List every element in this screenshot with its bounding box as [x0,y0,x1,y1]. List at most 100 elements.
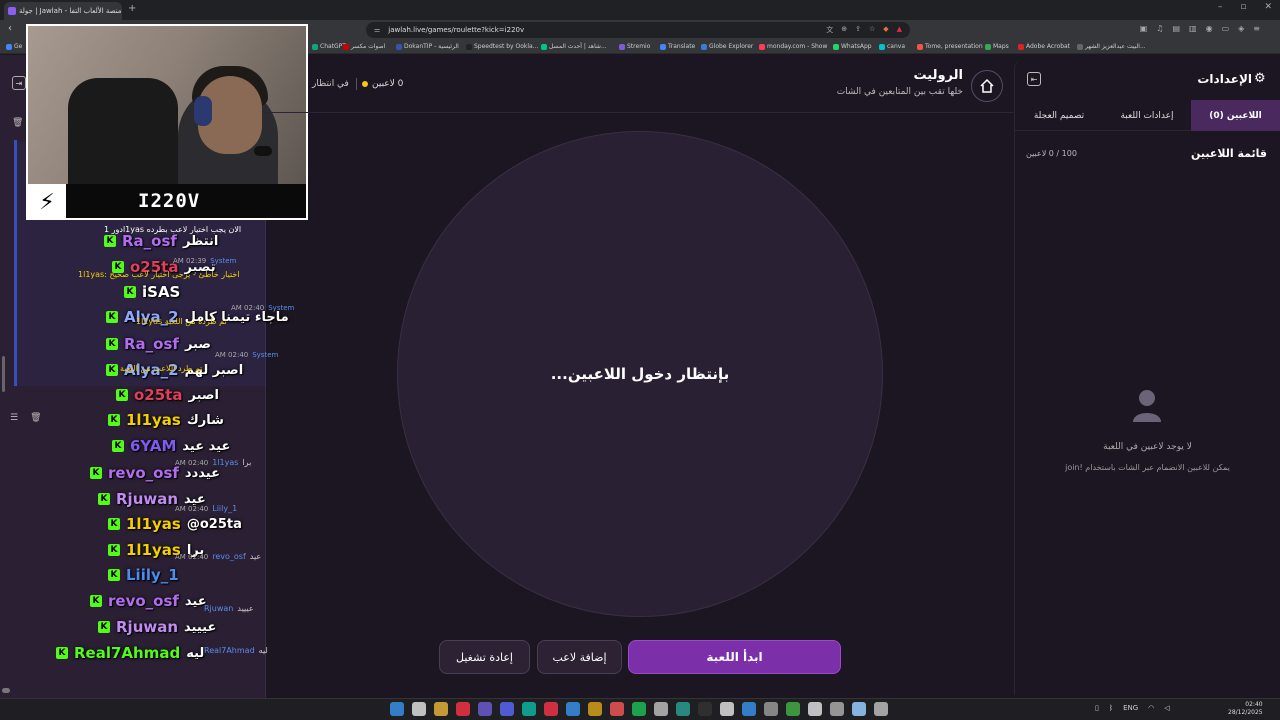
taskbar-notes-icon[interactable] [588,702,602,716]
taskbar-chrome-icon[interactable] [544,702,558,716]
taskbar-search-icon[interactable] [412,702,426,716]
tray-battery-icon[interactable]: ▯ [1095,704,1099,712]
collapse-settings-icon[interactable]: ⇤ [1027,72,1041,86]
microphone-icon [254,146,272,156]
taskbar-monitor-icon[interactable] [808,702,822,716]
bookmark-item[interactable]: Globe Explorer [701,43,753,50]
taskbar-steam-icon[interactable] [698,702,712,716]
extensions-icon[interactable]: ▣ [1140,24,1148,33]
brave-rewards-icon[interactable]: ▲ [897,25,902,35]
start-game-button[interactable]: ابدأ اللعبة [628,640,841,674]
bookmark-item[interactable]: Adobe Acrobat [1018,43,1070,50]
volume-icon[interactable]: ◁ [1164,704,1169,712]
chat-username[interactable]: 1l1yas [126,515,181,533]
bookmark-item[interactable]: ChatGPT [312,43,346,50]
bookmark-item[interactable]: Ge [6,43,22,50]
bookmark-label: اصوات مكسر [351,43,386,50]
taskbar-xbox-icon[interactable] [632,702,646,716]
taskbar-settings-icon[interactable] [830,702,844,716]
home-button[interactable] [971,70,1003,102]
reset-button[interactable]: إعادة تشغيل [439,640,530,674]
wifi-icon[interactable]: ◠ [1148,704,1154,712]
chat-username[interactable]: Ra_osf [124,335,179,353]
taskbar-telegram-icon[interactable] [566,702,580,716]
bookmark-item[interactable]: DokanTIP - الرئيسية [396,43,459,50]
bookmark-item[interactable]: Speedtest by Ookla... [466,43,538,50]
chat-username[interactable]: iSAS [142,283,180,301]
taskbar-whatsapp-icon[interactable] [786,702,800,716]
music-icon[interactable]: ♫ [1156,24,1163,33]
chat-faded-user: Rjuwan [204,604,234,613]
sidebar-icon[interactable]: ▤ [1172,24,1180,33]
maximize-icon[interactable]: ▫ [1240,2,1246,12]
bookmark-item[interactable]: Tome, presentation [917,43,983,50]
tab-game-settings[interactable]: إعدادات اللعبة [1103,100,1191,131]
bookmark-item[interactable]: البيت عبدالعزيز الشهر... [1077,43,1146,50]
taskbar-apps [390,702,888,716]
share-icon[interactable]: ⇪ [855,25,861,35]
taskbar-capcut-icon[interactable] [654,702,668,716]
add-player-button[interactable]: إضافة لاعب [537,640,622,674]
profile-icon[interactable]: ◉ [1206,24,1213,33]
collapse-chat-icon[interactable]: ⇥ [12,76,26,90]
site-info-icon[interactable]: ⚌ [374,26,380,34]
reading-icon[interactable]: ▥ [1189,24,1197,33]
bookmark-item[interactable]: اصوات مكسر [343,43,385,50]
chat-username[interactable]: 1l1yas [126,411,181,429]
taskbar-store-icon[interactable] [874,702,888,716]
vpn-icon[interactable]: ◈ [1238,24,1244,33]
translate-icon[interactable]: 文 [826,25,833,35]
bookmark-item[interactable]: Translate [660,43,695,50]
bookmark-item[interactable]: Stremio [619,43,650,50]
chat-username[interactable]: o25ta [134,386,182,404]
taskbar-files-icon[interactable] [434,702,448,716]
bookmark-item[interactable]: شاهد | أحدث المسل... [541,43,607,50]
tray-bluetooth-icon[interactable]: ᛒ [1109,704,1113,712]
trash-icon[interactable]: 🗑 [12,118,23,128]
menu-icon[interactable]: ≡ [1253,24,1260,33]
wallet-icon[interactable]: ▭ [1222,24,1230,33]
taskbar-paint-icon[interactable] [720,702,734,716]
taskbar-brave-icon[interactable] [456,702,470,716]
chat-username[interactable]: revo_osf [108,464,179,482]
chat-scrollbar[interactable] [2,356,5,392]
bookmark-star-icon[interactable]: ☆ [869,25,875,35]
chat-username[interactable]: Liily_1 [126,566,179,584]
chat-hscrollbar[interactable] [2,688,10,693]
tab-wheel-design[interactable]: تصميم العجلة [1015,100,1103,131]
chat-username[interactable]: revo_osf [108,592,179,610]
close-window-icon[interactable]: ✕ [1264,2,1272,12]
minimize-icon[interactable]: – [1218,2,1223,12]
taskbar-clock[interactable]: 02:40 28/12/2025 [1228,701,1263,717]
tab-players[interactable]: اللاعبين (0) [1191,100,1280,131]
bookmark-item[interactable]: monday.com - Show [759,43,827,50]
chat-username[interactable]: Real7Ahmad [74,644,180,662]
taskbar-kick-icon[interactable] [522,702,536,716]
delete-icon[interactable]: 🗑 [30,413,41,423]
chat-username[interactable]: Ra_osf [122,232,177,250]
align-icon[interactable]: ☰ [10,413,18,423]
taskbar-obs-icon[interactable] [610,702,624,716]
tray-language[interactable]: ENG [1123,704,1138,712]
chat-username[interactable]: 1l1yas [126,541,181,559]
bookmark-item[interactable]: canva [879,43,905,50]
brave-shield-icon[interactable]: ◆ [883,25,888,35]
taskbar-windows-icon[interactable] [390,702,404,716]
taskbar-discord-icon[interactable] [500,702,514,716]
browser-tab[interactable]: جولة | Jawlah - منصة الألعاب التفا... ✕ [4,2,122,20]
empty-players-title: لا يوجد لاعبين في اللعبة [1103,442,1192,452]
chat-username[interactable]: Rjuwan [116,618,178,636]
zoom-icon[interactable]: ⊕ [841,25,847,35]
address-bar[interactable]: ⚌ jawlah.live/games/roulette?kick=i220v … [366,22,910,38]
bookmark-item[interactable]: Maps [985,43,1009,50]
chat-username[interactable]: 6YAM [130,437,176,455]
chat-username[interactable]: Rjuwan [116,490,178,508]
back-icon[interactable]: ‹ [8,23,12,34]
taskbar-spotify-icon[interactable] [676,702,690,716]
taskbar-edge-icon[interactable] [742,702,756,716]
taskbar-terminal-icon[interactable] [764,702,778,716]
taskbar-photos-icon[interactable] [852,702,866,716]
bookmark-item[interactable]: WhatsApp [833,43,872,50]
new-tab-icon[interactable]: + [128,3,136,14]
taskbar-visual-studio-icon[interactable] [478,702,492,716]
